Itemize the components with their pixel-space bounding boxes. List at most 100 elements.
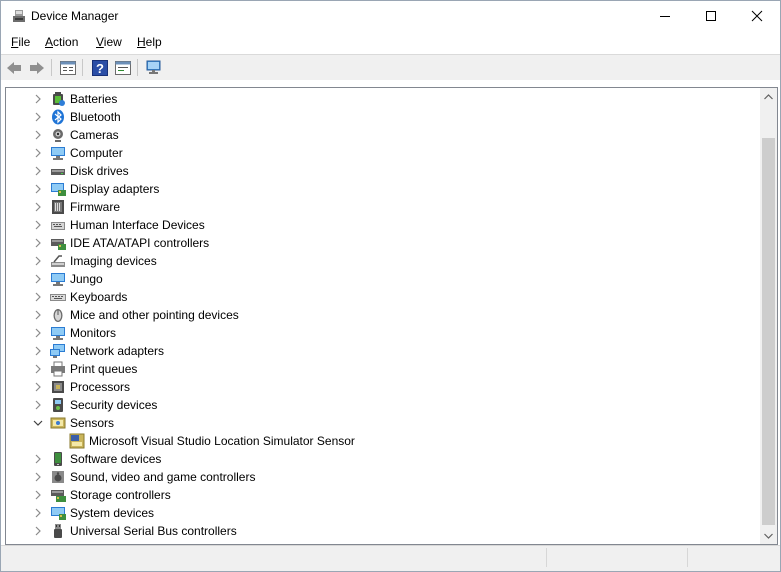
tree-category-node[interactable]: Jungo: [6, 270, 758, 288]
tree-category-node[interactable]: Batteries: [6, 90, 758, 108]
chevron-right-icon[interactable]: [33, 291, 43, 303]
tree-category-node[interactable]: Sound, video and game controllers: [6, 468, 758, 486]
chevron-right-icon[interactable]: [33, 399, 43, 411]
chevron-right-icon[interactable]: [33, 147, 43, 159]
chevron-right-icon[interactable]: [33, 381, 43, 393]
software-device-icon: [50, 451, 66, 467]
chevron-right-icon[interactable]: [33, 201, 43, 213]
status-pane: [687, 548, 778, 567]
title-bar[interactable]: Device Manager: [1, 1, 780, 32]
tree-category-node[interactable]: Mice and other pointing devices: [6, 306, 758, 324]
chevron-right-icon[interactable]: [33, 237, 43, 249]
tree-node-label: Cameras: [70, 128, 119, 142]
tree-node-label: Universal Serial Bus controllers: [70, 524, 237, 538]
chevron-right-icon[interactable]: [33, 255, 43, 267]
chevron-right-icon[interactable]: [33, 129, 43, 141]
back-button[interactable]: [5, 59, 23, 76]
properties-button[interactable]: [59, 59, 77, 76]
tree-node-label: Mice and other pointing devices: [70, 308, 239, 322]
menu-action[interactable]: Action: [45, 35, 78, 49]
tree-category-node[interactable]: Bluetooth: [6, 108, 758, 126]
tree-category-node[interactable]: Keyboards: [6, 288, 758, 306]
update-driver-icon: [115, 60, 131, 75]
keyboard-icon: [50, 289, 66, 305]
device-manager-app-icon: [13, 10, 25, 22]
help-button[interactable]: ?: [91, 59, 109, 76]
vertical-scrollbar[interactable]: [760, 88, 777, 544]
tree-category-node[interactable]: Computer: [6, 144, 758, 162]
menu-help[interactable]: Help: [137, 35, 162, 49]
maximize-button[interactable]: [688, 1, 734, 31]
chevron-right-icon[interactable]: [33, 273, 43, 285]
chevron-right-icon[interactable]: [33, 111, 43, 123]
tree-category-node[interactable]: Software devices: [6, 450, 758, 468]
menu-file[interactable]: File: [11, 35, 30, 49]
tree-node-label: Imaging devices: [70, 254, 157, 268]
tree-category-node[interactable]: Display adapters: [6, 180, 758, 198]
chevron-right-icon[interactable]: [33, 219, 43, 231]
tree-category-node[interactable]: Imaging devices: [6, 252, 758, 270]
tree-category-node[interactable]: IDE ATA/ATAPI controllers: [6, 234, 758, 252]
chevron-right-icon[interactable]: [33, 327, 43, 339]
chevron-down-icon[interactable]: [33, 417, 43, 429]
tree-category-node[interactable]: Sensors: [6, 414, 758, 432]
chevron-right-icon[interactable]: [33, 165, 43, 177]
tree-category-node[interactable]: Processors: [6, 378, 758, 396]
chevron-right-icon[interactable]: [33, 471, 43, 483]
tree-node-label: Human Interface Devices: [70, 218, 205, 232]
forward-icon: [30, 61, 44, 74]
tree-node-label: Security devices: [70, 398, 158, 412]
tree-category-node[interactable]: Storage controllers: [6, 486, 758, 504]
tree-category-node[interactable]: Network adapters: [6, 342, 758, 360]
tree-category-node[interactable]: Security devices: [6, 396, 758, 414]
tree-node-label: Firmware: [70, 200, 120, 214]
tree-node-label: Print queues: [70, 362, 138, 376]
tree-node-label: Batteries: [70, 92, 118, 106]
device-tree[interactable]: Batteries Bluetooth Cameras Computer Disk dr…: [6, 88, 758, 544]
tree-category-node[interactable]: Print queues: [6, 360, 758, 378]
chevron-right-icon[interactable]: [33, 345, 43, 357]
scrollbar-thumb[interactable]: [762, 138, 775, 525]
tree-category-node[interactable]: Monitors: [6, 324, 758, 342]
tree-category-node[interactable]: Universal Serial Bus controllers: [6, 522, 758, 540]
computer-icon: [50, 145, 66, 161]
scroll-up-button[interactable]: [760, 88, 777, 105]
tree-category-node[interactable]: Human Interface Devices: [6, 216, 758, 234]
tree-node-label: Jungo: [70, 272, 103, 286]
device-tree-panel: Batteries Bluetooth Cameras Computer Disk dr…: [5, 87, 778, 545]
tree-category-node[interactable]: Firmware: [6, 198, 758, 216]
chevron-right-icon[interactable]: [33, 309, 43, 321]
tree-node-label: Display adapters: [70, 182, 160, 196]
scan-hardware-icon: [146, 60, 161, 74]
scroll-down-button[interactable]: [760, 527, 777, 544]
chevron-right-icon[interactable]: [33, 183, 43, 195]
tree-device-node[interactable]: Microsoft Visual Studio Location Simulat…: [6, 432, 758, 450]
chevron-right-icon[interactable]: [33, 507, 43, 519]
usb-icon: [50, 523, 66, 539]
ide-controller-icon: [50, 235, 66, 251]
menu-view[interactable]: View: [96, 35, 122, 49]
chevron-right-icon[interactable]: [33, 453, 43, 465]
bluetooth-icon: [50, 109, 66, 125]
chevron-right-icon[interactable]: [33, 489, 43, 501]
tree-category-node[interactable]: Disk drives: [6, 162, 758, 180]
display-adapter-icon: [50, 181, 66, 197]
tree-category-node[interactable]: System devices: [6, 504, 758, 522]
tree-node-label: Sound, video and game controllers: [70, 470, 256, 484]
monitor-icon: [50, 325, 66, 341]
forward-button[interactable]: [28, 59, 46, 76]
scan-hardware-button[interactable]: [145, 59, 163, 76]
tree-category-node[interactable]: Cameras: [6, 126, 758, 144]
update-driver-button[interactable]: [114, 59, 132, 76]
camera-icon: [50, 127, 66, 143]
mouse-icon: [50, 307, 66, 323]
tree-node-label: Storage controllers: [70, 488, 171, 502]
imaging-device-icon: [50, 253, 66, 269]
status-pane: [546, 548, 687, 567]
chevron-right-icon[interactable]: [33, 93, 43, 105]
close-button[interactable]: [734, 1, 780, 31]
minimize-button[interactable]: [642, 1, 688, 31]
tree-node-label: Microsoft Visual Studio Location Simulat…: [89, 434, 355, 448]
chevron-right-icon[interactable]: [33, 363, 43, 375]
chevron-right-icon[interactable]: [33, 525, 43, 537]
